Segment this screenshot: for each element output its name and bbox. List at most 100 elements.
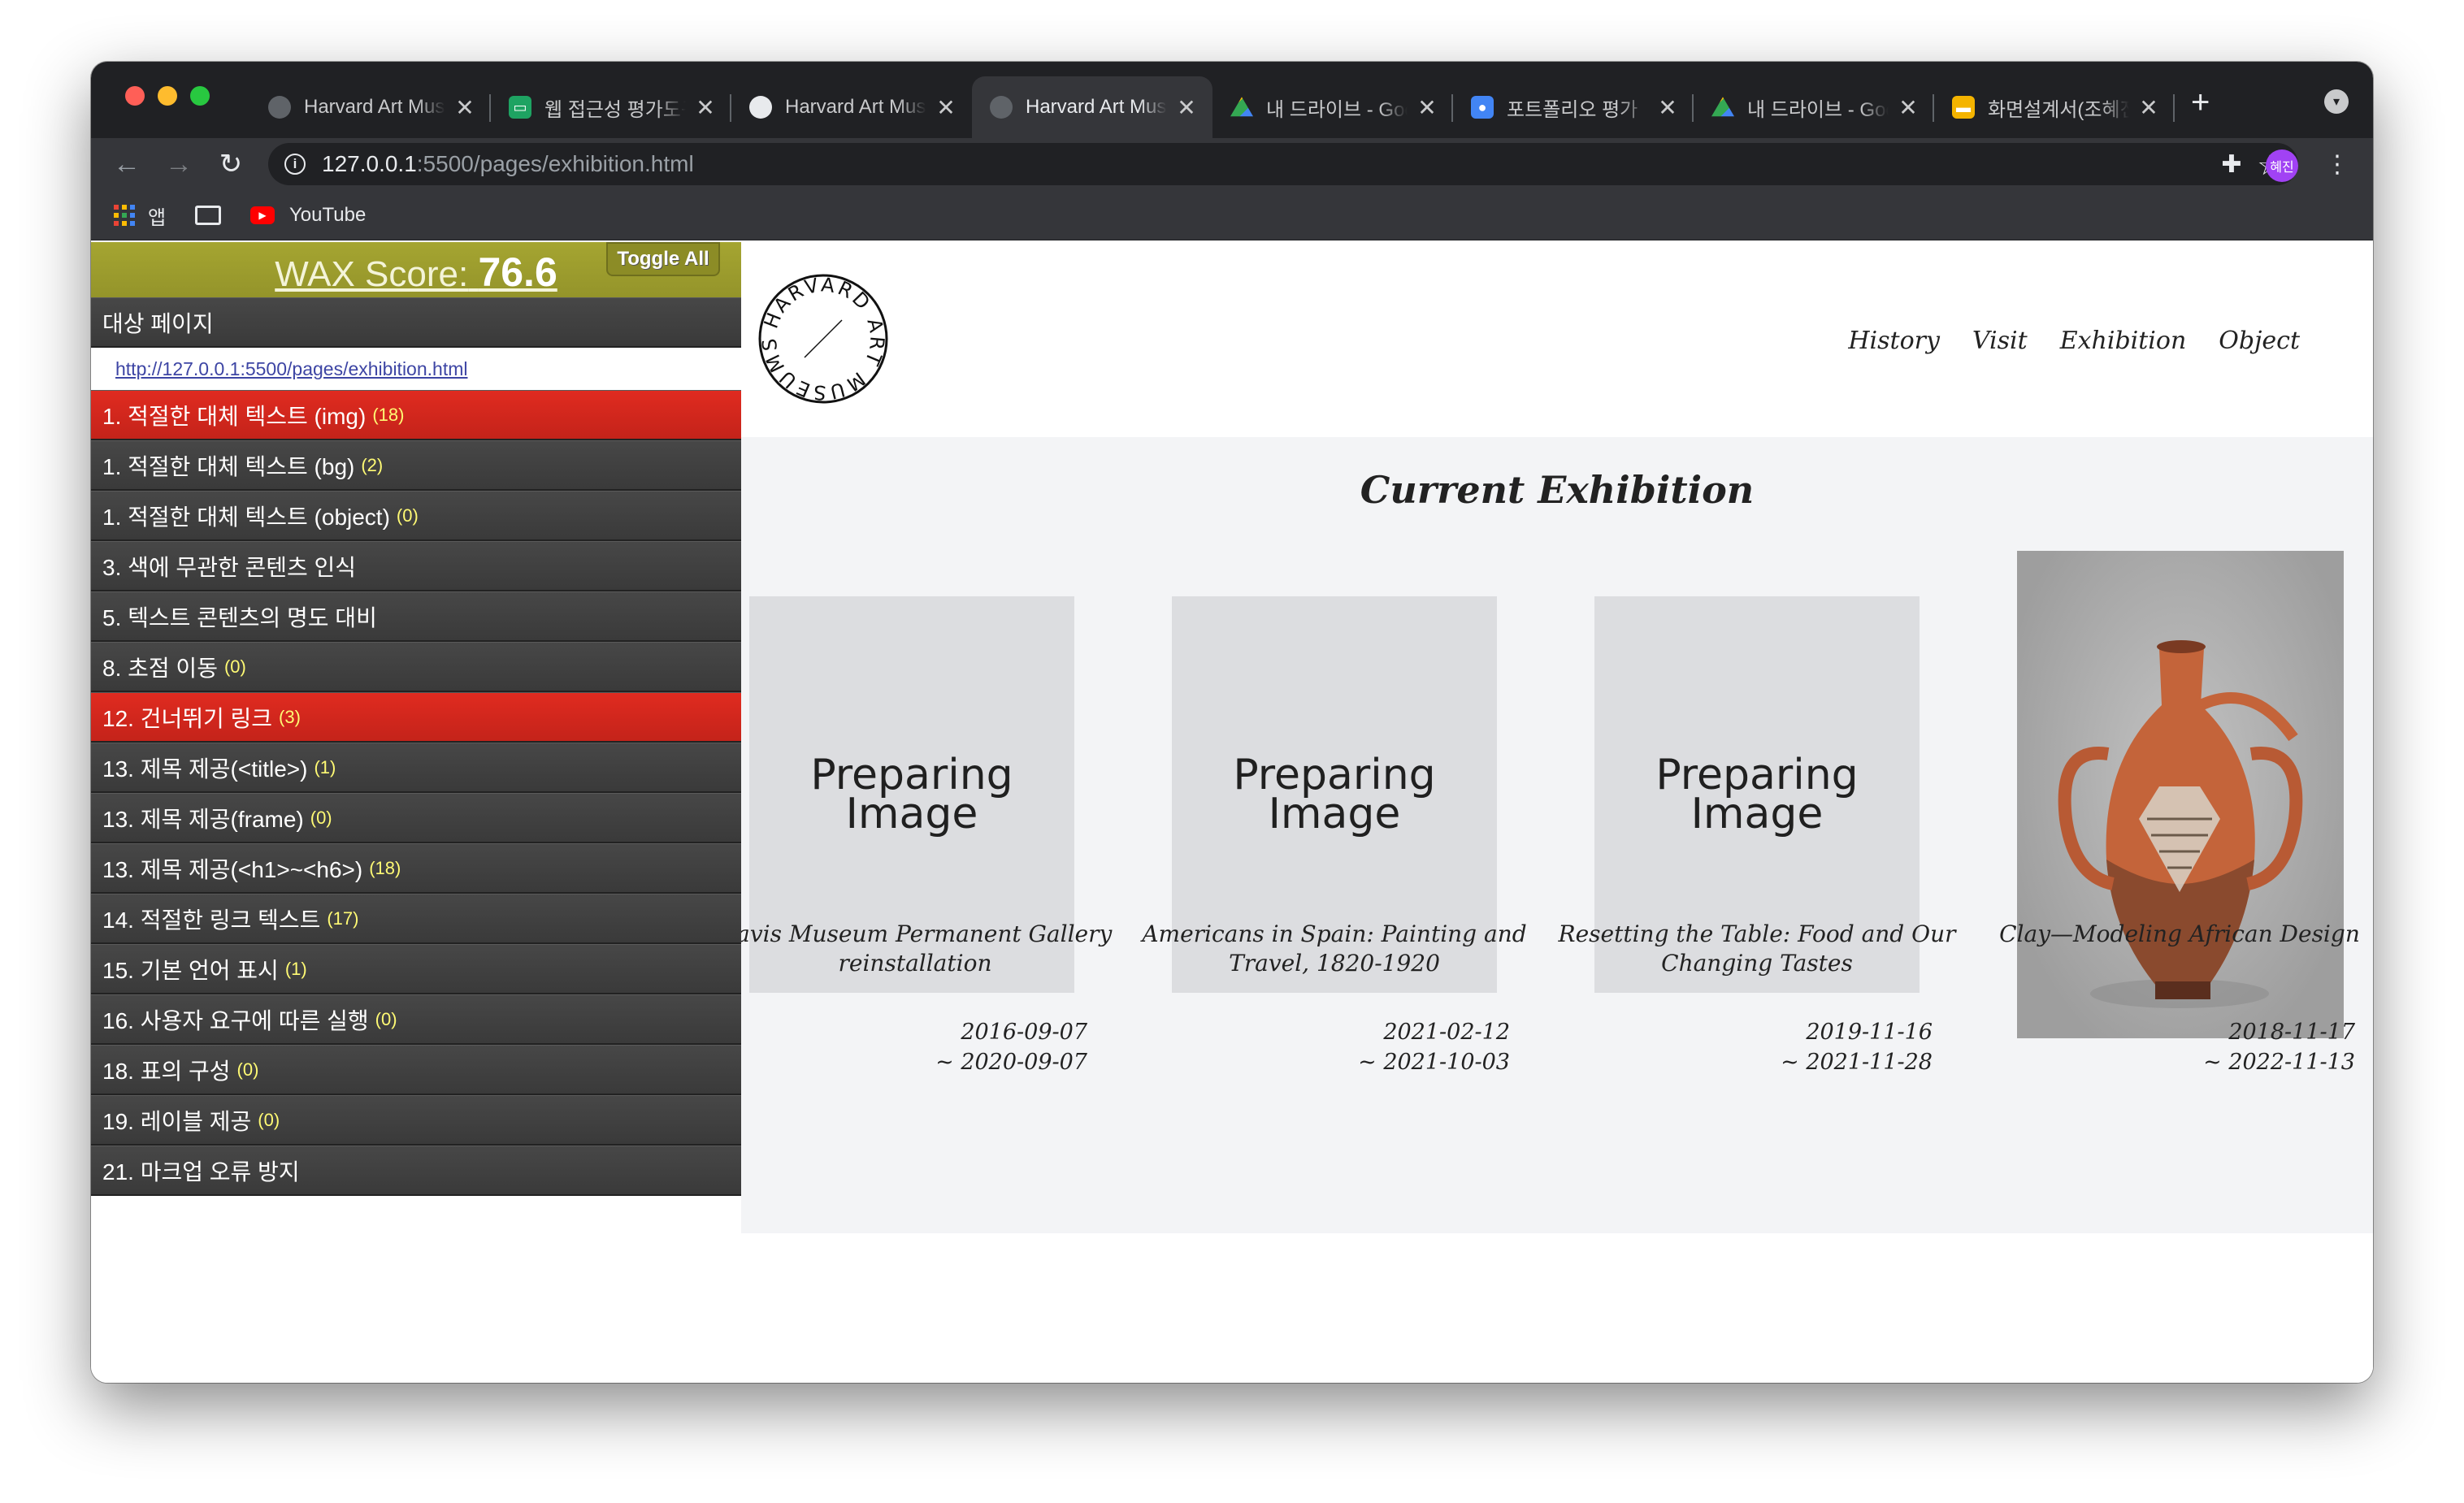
wax-rule-label: 15. 기본 언어 표시 [102, 957, 279, 983]
drive-icon [1711, 97, 1734, 117]
wax-rule-count: (0) [375, 1008, 397, 1029]
tab-harvard-active[interactable]: Harvard Art Museums ✕ [972, 76, 1212, 138]
wax-rule-row[interactable]: 14. 적절한 링크 텍스트 (17) [91, 894, 741, 944]
wax-rule-row[interactable]: 19. 레이블 제공 (0) [91, 1095, 741, 1146]
exhibition-title[interactable]: Clay—Modeling African Design [1968, 920, 2373, 949]
placeholder-line-2: Image [1690, 790, 1824, 838]
forward-arrow-icon[interactable]: → [163, 148, 195, 180]
tab-strip: Harvard Art Museums ✕ ▭ 웹 접근성 평가도구 ✕ Har… [91, 62, 2373, 138]
tab-drive-2[interactable]: 내 드라이브 - Google Drive ✕ [1694, 76, 1934, 138]
bookmark-youtube-label: YouTube [289, 204, 367, 226]
chat-icon: ▭ [509, 96, 531, 119]
wax-rule-row[interactable]: 8. 초점 이동 (0) [91, 642, 741, 692]
url-host: 127.0.0.1 [322, 151, 417, 176]
tab-search-icon[interactable]: ▾ [2324, 89, 2349, 114]
globe-icon [749, 96, 772, 119]
bookmark-apps[interactable]: 앱 [114, 190, 166, 240]
tab-title: 화면설계서(조혜진) [1988, 98, 2129, 121]
wax-rule-row[interactable]: 1. 적절한 대체 텍스트 (bg) (2) [91, 440, 741, 491]
exhibition-title[interactable]: Resetting the Table: Food and Our Changi… [1546, 920, 1968, 978]
wax-rule-label: 13. 제목 제공(frame) [102, 806, 304, 832]
wax-rule-row[interactable]: 12. 건너뛰기 링크 (3) [91, 692, 741, 743]
wax-rule-row[interactable]: 5. 텍스트 콘텐츠의 명도 대비 [91, 591, 741, 642]
tab-title: 웹 접근성 평가도구 [544, 98, 686, 121]
apps-grid-icon [114, 205, 135, 226]
new-tab-button[interactable]: + [2191, 86, 2210, 119]
wax-score-link[interactable]: WAX Score: 76.6 [275, 249, 557, 296]
current-exhibition-section: Current Exhibition Preparing Image Davis … [718, 437, 2373, 1233]
url-path: :5500/pages/exhibition.html [416, 151, 694, 176]
wax-rule-row[interactable]: 3. 색에 무관한 콘텐츠 인식 [91, 541, 741, 591]
exhibition-dates: 2018-11-17 ~ 2022-11-13 [1965, 1017, 2355, 1077]
nav-history[interactable]: History [1848, 327, 1940, 355]
close-tab-icon[interactable]: ✕ [935, 94, 957, 121]
wax-rule-row[interactable]: 21. 마크업 오류 방지 [91, 1146, 741, 1196]
wax-score-value: 76.6 [478, 249, 557, 295]
end-date: ~ 2022-11-13 [2203, 1050, 2355, 1075]
toggle-all-button[interactable]: Toggle All [606, 242, 720, 276]
wax-rule-label: 13. 제목 제공(<title>) [102, 756, 308, 782]
exhibition-title[interactable]: Americans in Spain: Painting and Travel,… [1123, 920, 1546, 978]
wax-rule-label: 18. 표의 구성 [102, 1058, 231, 1084]
wax-rule-label: 13. 제목 제공(<h1>~<h6>) [102, 856, 363, 882]
site-info-icon[interactable]: i [284, 154, 306, 175]
tab-title: 내 드라이브 - Google Drive [1266, 98, 1408, 121]
wax-rule-row[interactable]: 16. 사용자 요구에 따른 실행 (0) [91, 994, 741, 1045]
target-url-link[interactable]: http://127.0.0.1:5500/pages/exhibition.h… [115, 358, 467, 380]
tab-title: 포트폴리오 평가 [1507, 98, 1638, 121]
end-date: ~ 2021-11-28 [1781, 1050, 1933, 1075]
close-tab-icon[interactable]: ✕ [1416, 94, 1438, 121]
exhibition-title[interactable]: Davis Museum Permanent Gallery reinstall… [704, 920, 1126, 978]
wax-rule-row[interactable]: 1. 적절한 대체 텍스트 (object) (0) [91, 491, 741, 541]
back-arrow-icon[interactable]: ← [111, 148, 143, 180]
close-window-button[interactable] [125, 86, 145, 106]
wax-rule-row[interactable]: 18. 표의 구성 (0) [91, 1045, 741, 1095]
zoom-window-button[interactable] [190, 86, 210, 106]
tab-slides[interactable]: ▬ 화면설계서(조혜진) ✕ [1934, 76, 2175, 138]
reload-icon[interactable]: ↻ [215, 148, 247, 180]
nav-visit[interactable]: Visit [1972, 327, 2028, 355]
exhibition-dates: 2019-11-16 ~ 2021-11-28 [1542, 1017, 1933, 1077]
wax-rule-count: (1) [284, 958, 307, 979]
close-tab-icon[interactable]: ✕ [1897, 94, 1920, 121]
bookmark-folder[interactable] [195, 190, 221, 240]
wax-rule-label: 16. 사용자 요구에 따른 실행 [102, 1007, 369, 1033]
wax-target-heading: 대상 페이지 [91, 297, 741, 348]
close-tab-icon[interactable]: ✕ [694, 94, 717, 121]
tab-harvard-2[interactable]: Harvard Art Museums ✕ [731, 76, 972, 138]
wax-rule-label: 3. 색에 무관한 콘텐츠 인식 [102, 554, 357, 580]
wax-rule-row[interactable]: 13. 제목 제공(<h1>~<h6>) (18) [91, 843, 741, 894]
bookmark-youtube[interactable]: ▶ YouTube [250, 190, 366, 240]
address-bar[interactable]: i 127.0.0.1 :5500/pages/exhibition.html … [268, 143, 2298, 185]
minimize-window-button[interactable] [158, 86, 177, 106]
nav-object[interactable]: Object [2219, 327, 2300, 355]
profile-avatar[interactable]: 혜진 [2266, 149, 2298, 182]
tab-title: Harvard Art Museums [304, 96, 445, 118]
wax-rule-count: (0) [223, 656, 246, 677]
close-tab-icon[interactable]: ✕ [1656, 94, 1679, 121]
tab-harvard-1[interactable]: Harvard Art Museums ✕ [250, 76, 491, 138]
close-tab-icon[interactable]: ✕ [2137, 94, 2160, 121]
wax-rule-label: 1. 적절한 대체 텍스트 (img) [102, 403, 367, 429]
close-tab-icon[interactable]: ✕ [453, 94, 476, 121]
bookmarks-bar: 앱 ▶ YouTube [91, 190, 2373, 240]
tab-portfolio[interactable]: ● 포트폴리오 평가 ✕ [1453, 76, 1694, 138]
end-date: ~ 2020-09-07 [935, 1050, 1087, 1075]
menu-kebab-icon[interactable]: ⋮ [2321, 148, 2353, 180]
wax-rule-row[interactable]: 1. 적절한 대체 텍스트 (img) (18) [91, 390, 741, 440]
wax-rule-row[interactable]: 15. 기본 언어 표시 (1) [91, 944, 741, 994]
tab-title: 내 드라이브 - Google Drive [1747, 98, 1889, 121]
wax-rule-row[interactable]: 13. 제목 제공(<title>) (1) [91, 743, 741, 793]
wax-rule-row[interactable]: 13. 제목 제공(frame) (0) [91, 793, 741, 843]
close-tab-icon[interactable]: ✕ [1175, 94, 1198, 121]
tab-drive-1[interactable]: 내 드라이브 - Google Drive ✕ [1212, 76, 1453, 138]
tab-wax[interactable]: ▭ 웹 접근성 평가도구 ✕ [491, 76, 731, 138]
wax-rule-list: 1. 적절한 대체 텍스트 (img) (18) 1. 적절한 대체 텍스트 (bg… [91, 390, 741, 1196]
nav-exhibition[interactable]: Exhibition [2060, 327, 2187, 355]
bookmark-apps-label: 앱 [148, 206, 167, 229]
start-date: 2016-09-07 [961, 1020, 1087, 1045]
extensions-puzzle-icon[interactable]: ✚ [2215, 148, 2248, 180]
wax-target-label: 대상 페이지 [102, 310, 214, 336]
harvard-logo[interactable]: HARVARD ART MUSEUMS [757, 273, 889, 405]
youtube-icon: ▶ [250, 206, 275, 224]
